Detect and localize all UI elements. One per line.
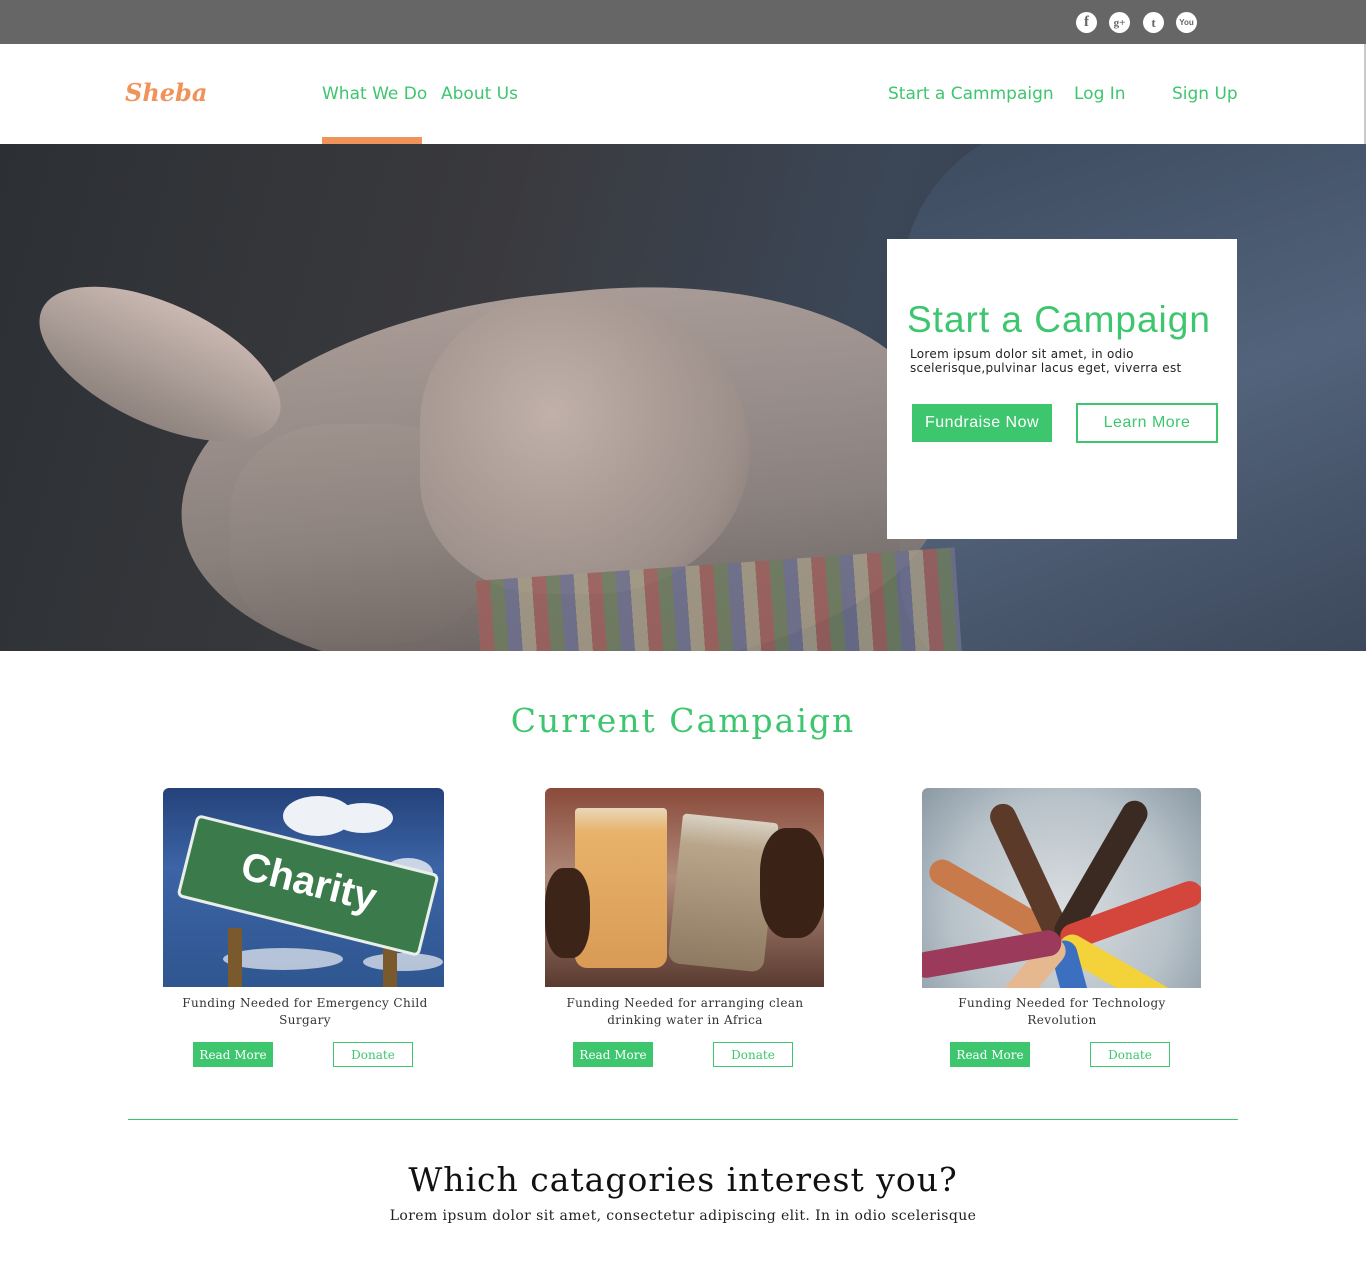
campaign-caption: Funding Needed for arranging clean drink…: [566, 996, 804, 1027]
youtube-icon[interactable]: You: [1176, 12, 1197, 33]
card-description: Lorem ipsum dolor sit amet, in odio scel…: [910, 347, 1182, 375]
donate-button[interactable]: Donate: [1090, 1042, 1170, 1067]
sign-post: [228, 928, 242, 987]
campaign-image-water[interactable]: [545, 788, 824, 987]
glass-dirty-water: [575, 808, 667, 968]
nav-log-in[interactable]: Log In: [1074, 84, 1126, 104]
read-more-button[interactable]: Read More: [193, 1042, 273, 1067]
active-nav-indicator: [322, 137, 422, 144]
learn-more-button[interactable]: Learn More: [1076, 403, 1218, 443]
cloud: [333, 803, 393, 833]
hand-left: [545, 868, 590, 958]
facebook-icon[interactable]: f: [1076, 12, 1097, 33]
section-divider: [128, 1119, 1238, 1120]
donate-button[interactable]: Donate: [333, 1042, 413, 1067]
nav-sign-up[interactable]: Sign Up: [1172, 84, 1238, 104]
nav-start-campaign[interactable]: Start a Cammpaign: [888, 84, 1054, 104]
nav-about-us[interactable]: About Us: [441, 84, 518, 104]
current-campaign-heading: Current Campaign: [510, 701, 856, 740]
interests-heading: Which catagories interest you?: [408, 1160, 958, 1199]
hand-right: [760, 828, 824, 938]
nav-what-we-do[interactable]: What We Do: [322, 84, 427, 104]
campaign-image-charity[interactable]: Charity: [163, 788, 444, 987]
charity-sign: Charity: [176, 814, 440, 957]
campaign-caption: Funding Needed for Emergency Child Surga…: [182, 996, 428, 1027]
read-more-button[interactable]: Read More: [950, 1042, 1030, 1067]
social-top-bar: f g+ t You: [0, 0, 1366, 44]
twitter-icon[interactable]: t: [1143, 12, 1164, 33]
google-plus-icon[interactable]: g+: [1109, 12, 1130, 33]
donate-button[interactable]: Donate: [713, 1042, 793, 1067]
campaign-image-hands[interactable]: [922, 788, 1201, 988]
logo[interactable]: Sheba: [125, 78, 207, 107]
fundraise-now-button[interactable]: Fundraise Now: [912, 404, 1052, 442]
read-more-button[interactable]: Read More: [573, 1042, 653, 1067]
campaign-caption: Funding Needed for Technology Revolution: [958, 996, 1166, 1027]
charity-sign-text: Charity: [236, 844, 382, 921]
card-title: Start a Campaign: [907, 299, 1211, 340]
start-campaign-card: Start a Campaign Lorem ipsum dolor sit a…: [887, 239, 1237, 539]
cloud: [363, 953, 443, 971]
main-header: Sheba What We Do About Us Start a Cammpa…: [0, 44, 1366, 144]
interests-subtitle: Lorem ipsum dolor sit amet, consectetur …: [389, 1208, 977, 1224]
